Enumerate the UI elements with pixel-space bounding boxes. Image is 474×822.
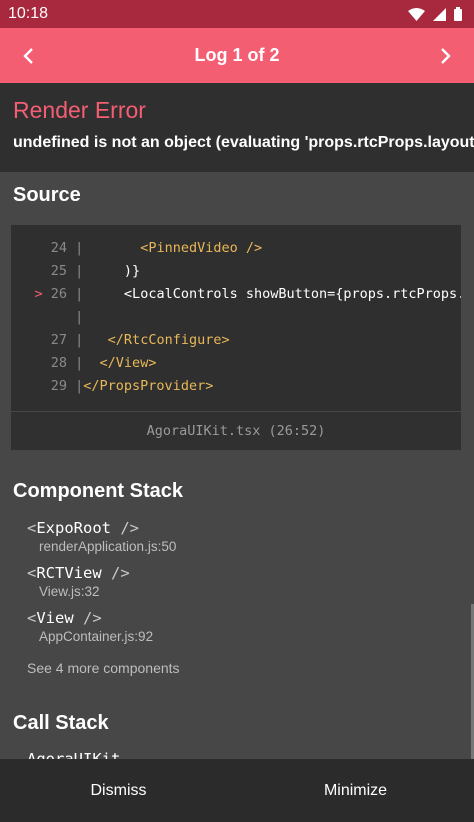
error-message: undefined is not an object (evaluating '…	[13, 134, 474, 151]
component-file: AppContainer.js:92	[39, 629, 154, 644]
component-file: View.js:32	[39, 584, 100, 599]
error-title: Render Error	[13, 97, 146, 123]
call-stack-title: Call Stack	[13, 712, 109, 734]
line-number: 27	[50, 332, 67, 348]
error-block: Render Error undefined is not an object …	[0, 83, 474, 172]
system-icons	[408, 7, 462, 21]
component-stack-item[interactable]: <RCTView /> View.js:32	[27, 564, 130, 599]
component-stack-item[interactable]: <ExpoRoot /> renderApplication.js:50	[27, 519, 176, 554]
code-line-25: 25 | )}	[11, 260, 461, 283]
code-text: </RtcConfigure>	[91, 332, 230, 348]
see-more-components-link[interactable]: See 4 more components	[27, 660, 180, 676]
component-name: ExpoRoot	[36, 519, 111, 537]
chevron-left-icon	[23, 47, 33, 64]
status-time: 10:18	[8, 5, 49, 22]
line-number: 29	[50, 378, 67, 394]
component-name: RCTView	[36, 564, 102, 582]
log-footer: Dismiss Minimize	[0, 759, 474, 822]
code-text: </View>	[91, 355, 157, 371]
code-line-29: 29 |</PropsProvider>	[11, 375, 461, 398]
code-line-28: 28 | </View>	[11, 352, 461, 375]
code-text: <PinnedVideo />	[91, 240, 263, 256]
code-text: <LocalControls showButton={props.rtcProp…	[123, 286, 461, 302]
previous-log-button[interactable]	[0, 28, 56, 83]
source-code-box[interactable]: 24 | <PinnedVideo /> 25 | )} > 26 | <Loc…	[11, 225, 461, 411]
status-bar: 10:18	[0, 0, 474, 28]
component-name: View	[36, 609, 74, 627]
component-stack-item[interactable]: <View /> AppContainer.js:92	[27, 609, 153, 644]
line-number: 25	[50, 263, 67, 279]
code-line-blank: |	[75, 309, 84, 325]
next-log-button[interactable]	[418, 28, 474, 83]
line-number-highlighted: > 26	[34, 286, 67, 302]
code-line-26: > 26 | <LocalControls showButton={props.…	[11, 283, 461, 306]
minimize-button[interactable]: Minimize	[237, 759, 474, 822]
log-content-scroll[interactable]: Source 24 | <PinnedVideo /> 25 | )} > 26…	[0, 172, 474, 759]
error-line-marker: >	[34, 286, 43, 302]
source-file-location[interactable]: AgoraUIKit.tsx (26:52)	[11, 412, 461, 450]
component-stack-title: Component Stack	[13, 480, 184, 502]
line-number: 24	[50, 240, 67, 256]
battery-icon	[454, 7, 462, 21]
code-line-27: 27 | </RtcConfigure>	[11, 329, 461, 352]
code-text: )}	[91, 263, 141, 279]
component-file: renderApplication.js:50	[39, 539, 177, 554]
code-line-24: 24 | <PinnedVideo />	[11, 237, 461, 260]
call-stack-item[interactable]: AgoraUIKit	[27, 750, 120, 759]
dismiss-button[interactable]: Dismiss	[0, 759, 237, 822]
call-stack-function: AgoraUIKit	[27, 750, 121, 759]
source-title: Source	[13, 184, 81, 206]
code-text: </PropsProvider>	[83, 378, 214, 394]
wifi-icon	[408, 7, 425, 21]
line-number: 28	[50, 355, 67, 371]
log-header: Log 1 of 2	[0, 28, 474, 83]
signal-icon	[433, 7, 446, 21]
log-title: Log 1 of 2	[194, 45, 280, 65]
chevron-right-icon	[441, 47, 451, 64]
